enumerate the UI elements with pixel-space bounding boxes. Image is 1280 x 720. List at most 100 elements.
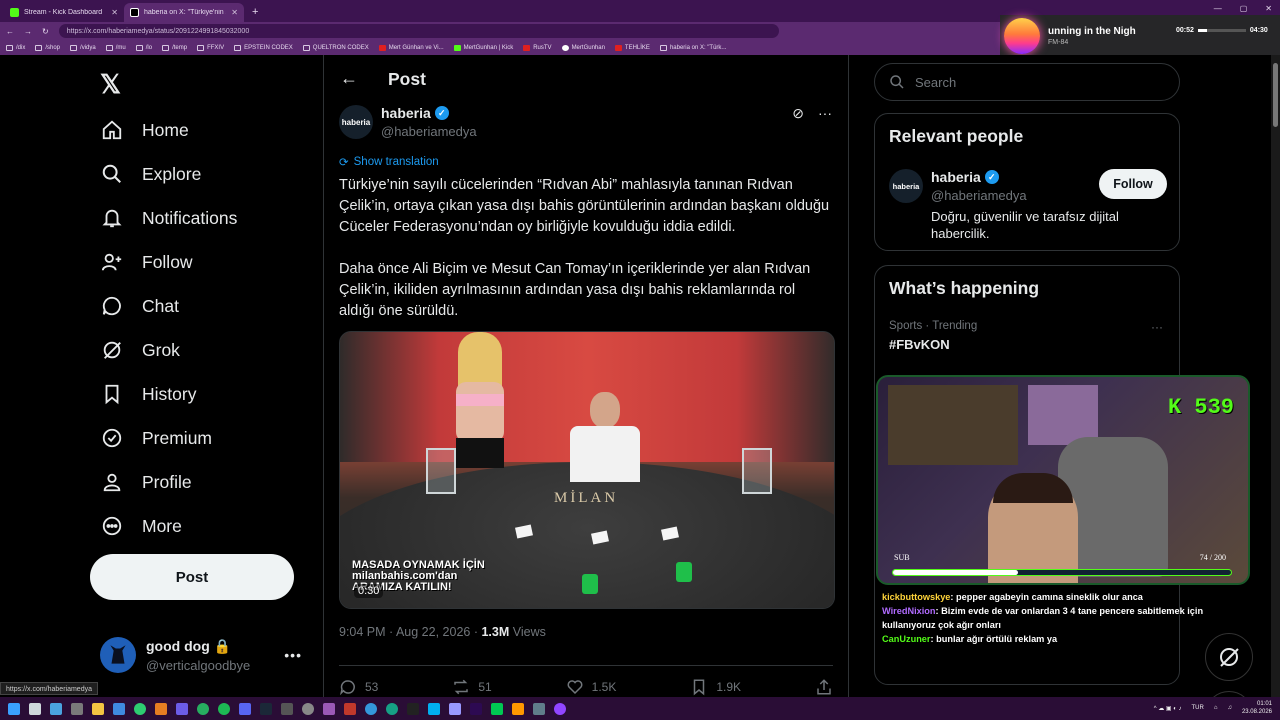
start-icon[interactable] [8, 702, 20, 715]
like-button[interactable]: 1.5K [566, 678, 616, 696]
figure-skirt [456, 438, 504, 468]
nav-explore[interactable]: Explore [100, 154, 201, 194]
bookmark-item[interactable]: Mert Günhan ve Vi... [378, 44, 444, 51]
browser-icon[interactable] [134, 702, 146, 715]
tab-kick-dashboard[interactable]: Stream - Kick Dashboard ✕ [4, 3, 124, 22]
bookmark-item[interactable]: haberia on X: "Türk... [659, 44, 726, 51]
minimize-button[interactable]: — [1214, 4, 1222, 13]
post-video[interactable]: MİLAN MASADA OYNAMAK İÇİN milanbahis.com… [339, 331, 835, 609]
taskbar-app-icon[interactable] [302, 702, 314, 715]
url-field[interactable]: https://x.com/haberiamedya/status/209122… [58, 24, 779, 38]
follow-button[interactable]: Follow [1099, 169, 1167, 199]
taskbar-app-icon[interactable] [113, 702, 125, 715]
post-timestamp[interactable]: 9:04 PM · Aug 22, 2026 · [339, 625, 481, 639]
avatar[interactable]: haberia [889, 169, 923, 203]
volume-icon[interactable]: ♫ [1227, 705, 1232, 711]
taskbar-app-icon[interactable] [449, 702, 461, 715]
bookmark-item[interactable]: /mu [105, 44, 126, 51]
scrollbar-thumb[interactable] [1273, 63, 1278, 127]
nav-history[interactable]: History [100, 374, 196, 414]
bookmark-item[interactable]: FFXIV [197, 44, 224, 51]
more-dots-icon[interactable]: ••• [284, 647, 302, 663]
taskbar-app-icon[interactable] [491, 702, 503, 715]
x-logo-icon[interactable]: 𝕏 [100, 69, 121, 100]
nav-chat[interactable]: Chat [100, 286, 179, 326]
sub-goal-bar [892, 569, 1232, 576]
trend-meta: Sports · Trending [889, 320, 978, 332]
reload-icon[interactable]: ↻ [42, 27, 49, 36]
new-tab-button[interactable]: + [252, 3, 258, 22]
bookmark-item[interactable]: /lo [135, 44, 152, 51]
xbox-icon[interactable] [197, 702, 209, 715]
steam-icon[interactable] [260, 702, 272, 715]
nav-home[interactable]: Home [100, 110, 189, 150]
bookmark-item[interactable]: MertGunhan | Kick [453, 44, 513, 51]
post-meta: 9:04 PM · Aug 22, 2026 · 1.3M Views [339, 625, 546, 639]
taskbar-app-icon[interactable] [407, 702, 419, 715]
trend-tag[interactable]: #FBvKON [889, 337, 950, 352]
nav-notifications[interactable]: Notifications [100, 198, 237, 238]
show-translation-link[interactable]: ⟳ Show translation [339, 155, 439, 169]
taskbar-app-icon[interactable] [281, 702, 293, 715]
nav-more[interactable]: More [100, 506, 182, 546]
taskbar-app-icon[interactable] [50, 702, 62, 715]
back-icon[interactable]: ← [6, 27, 14, 36]
clock[interactable]: 01:01 23.08.2026 [1242, 700, 1272, 716]
search-input[interactable]: Search [874, 63, 1180, 101]
account-switcher[interactable]: good dog 🔒 @verticalgoodbye ••• [100, 637, 310, 673]
taskbar-app-icon[interactable] [323, 702, 335, 715]
taskbar-app-icon[interactable] [365, 702, 377, 715]
taskbar-app-icon[interactable] [470, 702, 482, 715]
author-handle[interactable]: @haberiamedya [381, 124, 477, 139]
share-button[interactable] [815, 678, 833, 696]
maximize-button[interactable]: ▢ [1240, 4, 1248, 13]
folder-icon[interactable] [92, 702, 104, 715]
avatar[interactable]: haberia [339, 105, 373, 139]
bookmark-button[interactable]: 1.9K [690, 678, 741, 696]
grok-icon[interactable]: ⊘ [792, 105, 804, 122]
language-indicator[interactable]: TUR [1192, 705, 1204, 711]
nav-follow[interactable]: Follow [100, 242, 193, 282]
back-arrow-icon[interactable]: ← [340, 68, 358, 89]
page-scrollbar[interactable] [1271, 55, 1280, 697]
relevant-user[interactable]: haberia ✓ @haberiamedya [931, 169, 1027, 203]
bookmark-item[interactable]: /temp [162, 44, 187, 51]
more-dots-icon[interactable]: ··· [818, 105, 832, 122]
taskbar-app-icon[interactable] [428, 702, 440, 715]
close-window-button[interactable]: ✕ [1265, 4, 1272, 13]
nav-premium[interactable]: Premium [100, 418, 212, 458]
taskbar-app-icon[interactable] [176, 702, 188, 715]
bookmark-item[interactable]: RusTV [523, 44, 552, 51]
reply-button[interactable]: 53 [339, 678, 378, 696]
spotify-icon[interactable] [218, 702, 230, 715]
tray-icons[interactable]: ^ ☁ ▣ ◐ ♪ [1154, 705, 1182, 712]
bookmark-item[interactable]: EPSTEIN CODEX [234, 44, 293, 51]
close-icon[interactable]: ✕ [231, 8, 238, 17]
taskbar-app-icon[interactable] [71, 702, 83, 715]
tab-haberia[interactable]: haberia on X: "Türkiye'nin sayılı cü ✕ [124, 3, 244, 22]
post-author[interactable]: haberia haberia ✓ @haberiamedya [339, 105, 477, 139]
forward-icon[interactable]: → [24, 27, 32, 36]
post-button[interactable]: Post [90, 554, 294, 600]
close-icon[interactable]: ✕ [111, 8, 118, 17]
nav-profile[interactable]: Profile [100, 462, 192, 502]
bookmark-item[interactable]: MertGunhan [561, 44, 605, 51]
discord-icon[interactable] [239, 702, 251, 715]
bookmark-item[interactable]: /shop [35, 44, 60, 51]
taskbar-app-icon[interactable] [29, 702, 41, 715]
network-icon[interactable]: ⌂ [1214, 705, 1218, 711]
author-name[interactable]: haberia ✓ [381, 105, 477, 121]
taskbar-app-icon[interactable] [155, 702, 167, 715]
repost-button[interactable]: 51 [452, 678, 492, 696]
more-dots-icon[interactable]: ··· [1151, 320, 1163, 334]
taskbar-app-icon[interactable] [533, 702, 545, 715]
taskbar-app-icon[interactable] [554, 702, 566, 715]
bookmark-item[interactable]: TEHLİKE [614, 44, 650, 51]
bookmark-item[interactable]: QUELTRON CODEX [302, 44, 369, 51]
bookmark-item[interactable]: /vidya [70, 44, 96, 51]
taskbar-app-icon[interactable] [344, 702, 356, 715]
bookmark-item[interactable]: /dix [6, 44, 25, 51]
taskbar-app-icon[interactable] [512, 702, 524, 715]
taskbar-app-icon[interactable] [386, 702, 398, 715]
nav-grok[interactable]: Grok [100, 330, 180, 370]
